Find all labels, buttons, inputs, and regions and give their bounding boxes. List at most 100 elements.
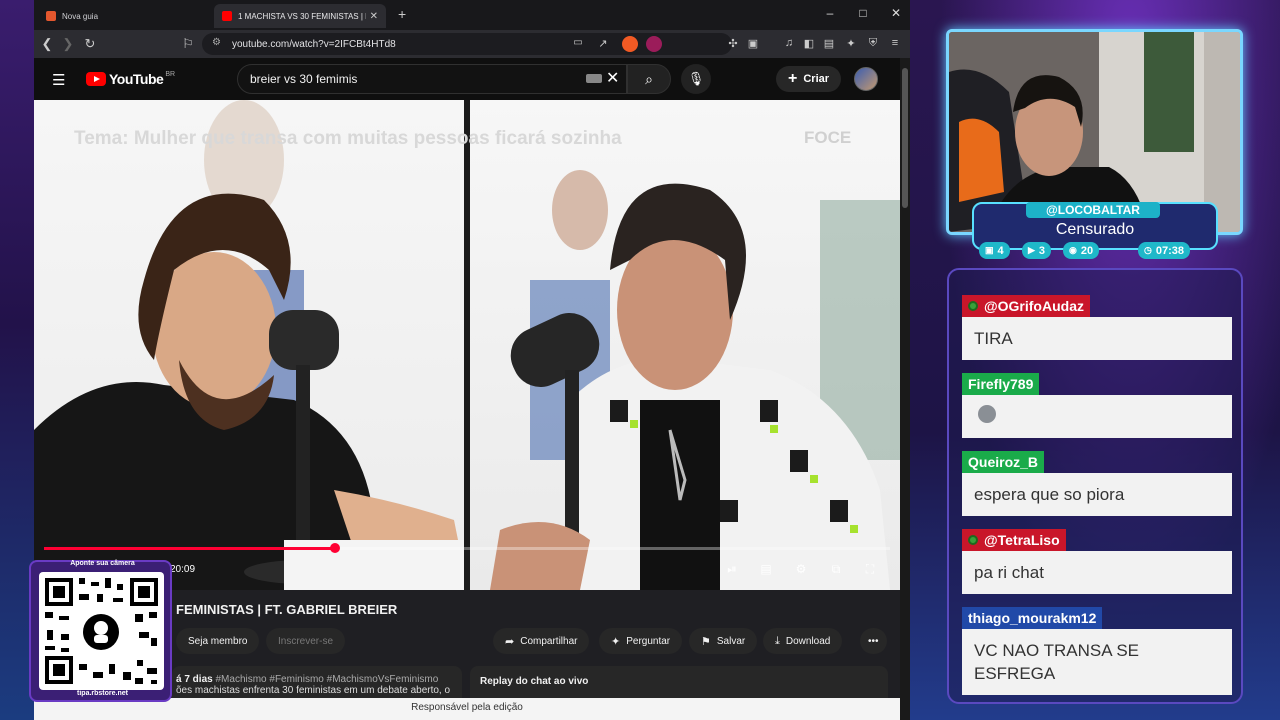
qr-caption: Aponte sua câmera bbox=[70, 560, 135, 567]
download-label: Download bbox=[785, 635, 831, 647]
avatar[interactable] bbox=[854, 67, 878, 91]
chat-message: @TetraLiso pa ri chat bbox=[962, 529, 1232, 594]
wallet-icon[interactable]: ▤ bbox=[822, 37, 836, 50]
hamburger-menu-icon[interactable]: ☰ bbox=[52, 71, 65, 89]
chat-text: TIRA bbox=[962, 317, 1232, 360]
bookmark-icon[interactable]: ⚐ bbox=[180, 36, 196, 52]
miniplayer-icon[interactable]: ⧉ bbox=[826, 562, 846, 577]
chat-message: Firefly789 bbox=[962, 373, 1232, 438]
share-icon: ➦ bbox=[505, 635, 515, 648]
video-left-panel bbox=[34, 100, 464, 590]
qr-code-pattern bbox=[45, 578, 158, 684]
emote-icon bbox=[978, 405, 996, 423]
stat-youtube: ▶ 3 bbox=[1022, 242, 1052, 259]
progress-played[interactable] bbox=[44, 547, 334, 550]
brave-rewards-icon[interactable] bbox=[646, 36, 662, 52]
join-member-button[interactable]: Seja membro bbox=[176, 628, 260, 654]
search-button[interactable]: ⌕ bbox=[627, 64, 671, 94]
close-window-button[interactable]: ✕ bbox=[886, 6, 906, 20]
screenshot-icon[interactable]: ▣ bbox=[746, 37, 760, 50]
tab-label: 1 MACHISTA VS 30 FEMINISTAS | FT. G... bbox=[238, 11, 366, 21]
chat-replay-label: Replay do chat ao vivo bbox=[480, 676, 589, 687]
url-text: youtube.com/watch?v=2IFCBt4HTd8 bbox=[232, 38, 396, 50]
chat-username: @TetraLiso bbox=[962, 529, 1066, 551]
kick-icon: ◉ bbox=[1069, 245, 1077, 255]
new-tab-button[interactable]: + bbox=[398, 6, 406, 22]
more-actions-button[interactable]: ••• bbox=[860, 628, 887, 654]
extensions-icon[interactable]: ✣ bbox=[726, 37, 740, 50]
tab-youtube-video[interactable]: 1 MACHISTA VS 30 FEMINISTAS | FT. G... ✕ bbox=[214, 4, 386, 28]
settings-icon[interactable]: ⚙ bbox=[791, 562, 811, 576]
search-input[interactable]: breier vs 30 femimis bbox=[237, 64, 627, 94]
streamer-username: @LOCOBALTAR bbox=[1026, 202, 1160, 218]
create-button[interactable]: + Criar bbox=[776, 66, 842, 92]
tab-label: Nova guia bbox=[62, 11, 99, 21]
minimize-button[interactable]: – bbox=[820, 6, 840, 20]
chat-text: VC NAO TRANSA SE ESFREGA bbox=[962, 629, 1232, 695]
stat-value: 4 bbox=[997, 244, 1004, 257]
fullscreen-icon[interactable]: ⛶ bbox=[860, 562, 880, 577]
ask-button[interactable]: ✦ Perguntar bbox=[599, 628, 683, 654]
tab-new-guide[interactable]: Nova guia bbox=[38, 4, 208, 28]
progress-track[interactable] bbox=[334, 547, 890, 550]
chat-message: Queiroz_B espera que so piora bbox=[962, 451, 1232, 516]
qr-widget: Aponte sua câmera tipa.rbstore.net bbox=[29, 560, 172, 702]
subscribe-button[interactable]: Inscrever-se bbox=[266, 628, 346, 654]
save-button[interactable]: ⚑ Salvar bbox=[689, 628, 758, 654]
youtube-header: ☰ YouTube BR breier vs 30 femimis ✕ ⌕ 🎙 … bbox=[34, 58, 900, 100]
voice-search-button[interactable]: 🎙 bbox=[681, 64, 711, 94]
progress-scrubber[interactable] bbox=[330, 543, 340, 553]
keyboard-icon[interactable] bbox=[586, 74, 602, 83]
close-tab-icon[interactable]: ✕ bbox=[370, 11, 378, 22]
forward-icon[interactable]: ❯ bbox=[60, 36, 76, 52]
stat-kick: ◉ 20 bbox=[1063, 242, 1100, 259]
download-button[interactable]: ⤓ Download bbox=[763, 628, 843, 654]
share-label: Compartilhar bbox=[520, 635, 578, 647]
brave-icon bbox=[46, 11, 56, 21]
download-icon: ⤓ bbox=[775, 634, 780, 647]
scrollbar-thumb[interactable] bbox=[902, 68, 908, 208]
chat-username: Queiroz_B bbox=[962, 451, 1045, 473]
hashtags[interactable]: #Machismo #Feminismo #MachismoVsFeminism… bbox=[215, 674, 438, 685]
youtube-play-icon bbox=[86, 72, 106, 86]
subscribe-label: Inscrever-se bbox=[278, 635, 334, 647]
chat-text: espera que so piora bbox=[962, 473, 1232, 516]
stat-value: 07:38 bbox=[1155, 244, 1184, 257]
chat-username: Firefly789 bbox=[962, 373, 1040, 395]
sparkle-icon: ✦ bbox=[611, 635, 621, 648]
reload-icon[interactable]: ↻ bbox=[82, 36, 98, 52]
youtube-icon bbox=[222, 11, 232, 21]
channel-watermark: FOCE bbox=[804, 128, 852, 147]
chat-text bbox=[962, 395, 1232, 438]
back-icon[interactable]: ❮ bbox=[39, 36, 55, 52]
share-icon[interactable]: ↗ bbox=[596, 37, 610, 50]
vpn-icon[interactable]: ⛨ bbox=[866, 37, 880, 50]
create-label: Criar bbox=[803, 73, 830, 85]
clear-search-icon[interactable]: ✕ bbox=[606, 68, 619, 88]
brave-shields-icon[interactable] bbox=[622, 36, 638, 52]
subtitles-icon[interactable]: ▤ bbox=[756, 562, 776, 576]
page-scrollbar[interactable] bbox=[900, 58, 910, 720]
cast-icon[interactable]: ▭ bbox=[571, 37, 585, 48]
stat-uptime: ◷ 07:38 bbox=[1138, 242, 1190, 259]
music-icon[interactable]: ♫ bbox=[782, 37, 796, 49]
qr-code bbox=[39, 572, 164, 690]
maximize-button[interactable]: □ bbox=[853, 6, 873, 20]
youtube-logo[interactable]: YouTube BR bbox=[86, 71, 175, 87]
country-code: BR bbox=[165, 71, 176, 78]
save-label: Salvar bbox=[716, 635, 746, 647]
video-frame-left bbox=[34, 100, 464, 590]
more-icon: ••• bbox=[868, 635, 879, 647]
sidebar-icon[interactable]: ◧ bbox=[802, 37, 816, 50]
stat-value: 20 bbox=[1080, 244, 1094, 257]
search-value: breier vs 30 femimis bbox=[250, 72, 358, 86]
video-player[interactable]: Tema: Mulher que transa com muitas pesso… bbox=[34, 100, 900, 590]
leo-ai-icon[interactable]: ✦ bbox=[844, 37, 858, 50]
share-button[interactable]: ➦ Compartilhar bbox=[493, 628, 590, 654]
menu-icon[interactable]: ≡ bbox=[888, 37, 902, 49]
qr-url: tipa.rbstore.net bbox=[77, 690, 128, 697]
search-icon: ⌕ bbox=[645, 70, 653, 87]
autoplay-toggle-icon[interactable]: ⏯ bbox=[722, 562, 742, 577]
chat-username: @OGrifoAudaz bbox=[962, 295, 1090, 317]
site-info-icon[interactable]: ⚙ bbox=[212, 37, 221, 48]
